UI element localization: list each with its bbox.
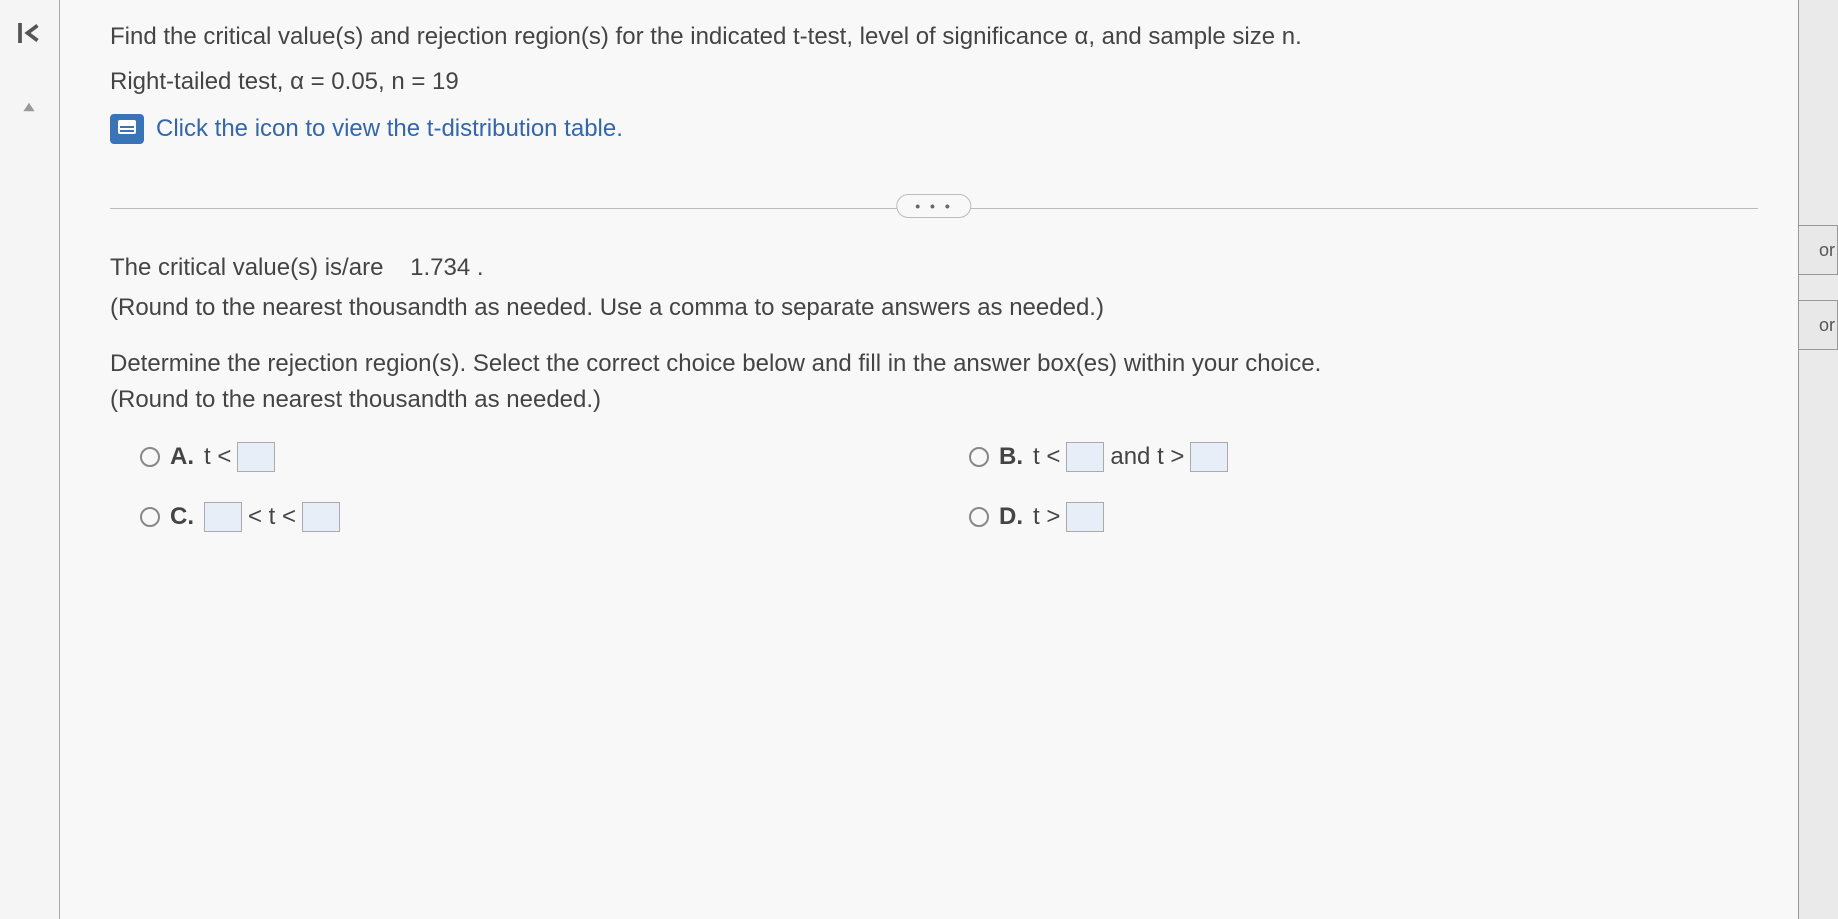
radio-a[interactable] bbox=[140, 447, 160, 467]
question-line-1: Find the critical value(s) and rejection… bbox=[110, 15, 1758, 58]
choice-c[interactable]: C. < t < bbox=[140, 502, 929, 532]
critical-value-answer: 1.734 bbox=[410, 254, 470, 281]
section-divider: • • • bbox=[110, 194, 1758, 224]
view-table-link[interactable]: Click the icon to view the t-distributio… bbox=[110, 114, 1758, 144]
critical-value-statement: The critical value(s) is/are 1.734 . bbox=[110, 254, 1758, 282]
choice-c-input-2[interactable] bbox=[302, 502, 340, 532]
choice-b[interactable]: B. t < and t > bbox=[969, 442, 1758, 472]
choice-a[interactable]: A. t < bbox=[140, 442, 929, 472]
rejection-region-instruction: Determine the rejection region(s). Selec… bbox=[110, 350, 1758, 378]
choice-a-input[interactable] bbox=[237, 442, 275, 472]
right-cell-2[interactable]: or bbox=[1798, 300, 1838, 350]
scroll-up-icon[interactable] bbox=[22, 100, 38, 116]
radio-b[interactable] bbox=[969, 447, 989, 467]
critical-value-prefix: The critical value(s) is/are bbox=[110, 254, 383, 281]
radio-d[interactable] bbox=[969, 507, 989, 527]
table-link-text: Click the icon to view the t-distributio… bbox=[156, 115, 623, 143]
expand-button[interactable]: • • • bbox=[896, 194, 971, 218]
choice-b-input-2[interactable] bbox=[1190, 442, 1228, 472]
radio-c[interactable] bbox=[140, 507, 160, 527]
choice-b-label: B. bbox=[999, 443, 1023, 471]
main-content: Find the critical value(s) and rejection… bbox=[60, 0, 1798, 919]
rounding-instruction-2: (Round to the nearest thousandth as need… bbox=[110, 386, 1758, 414]
choice-c-content: < t < bbox=[204, 502, 340, 532]
right-sidebar: or or bbox=[1798, 0, 1838, 919]
choice-b-content: t < and t > bbox=[1033, 442, 1228, 472]
rounding-instruction-1: (Round to the nearest thousandth as need… bbox=[110, 294, 1758, 322]
choice-c-label: C. bbox=[170, 503, 194, 531]
choices-grid: A. t < B. t < and t > C. < t < bbox=[140, 442, 1758, 532]
choice-b-input-1[interactable] bbox=[1066, 442, 1104, 472]
right-cell-1[interactable]: or bbox=[1798, 225, 1838, 275]
choice-c-input-1[interactable] bbox=[204, 502, 242, 532]
table-icon bbox=[110, 114, 144, 144]
question-line-2: Right-tailed test, α = 0.05, n = 19 bbox=[110, 68, 1758, 96]
choice-a-content: t < bbox=[204, 442, 275, 472]
choice-a-label: A. bbox=[170, 443, 194, 471]
choice-d-content: t > bbox=[1033, 502, 1104, 532]
choice-d-label: D. bbox=[999, 503, 1023, 531]
left-sidebar bbox=[0, 0, 60, 919]
choice-d[interactable]: D. t > bbox=[969, 502, 1758, 532]
critical-value-suffix: . bbox=[477, 254, 484, 281]
collapse-panel-icon[interactable] bbox=[12, 15, 47, 50]
choice-d-input[interactable] bbox=[1066, 502, 1104, 532]
